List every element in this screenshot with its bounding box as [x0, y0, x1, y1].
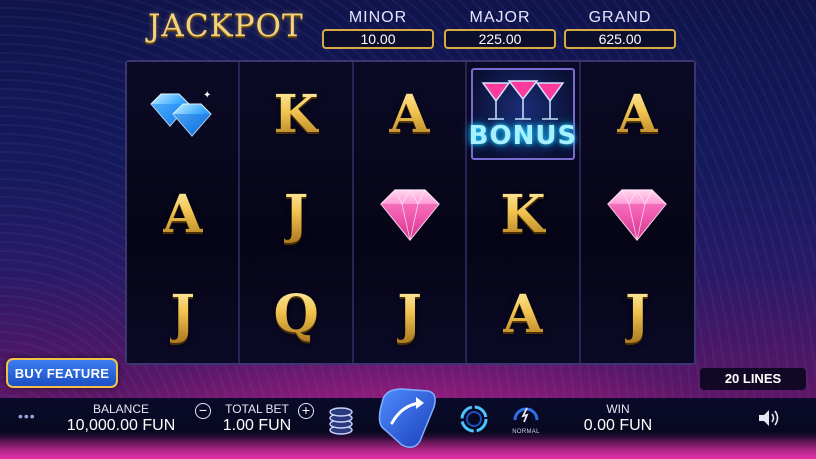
- autoplay-icon[interactable]: [458, 403, 490, 435]
- reel-grid: ✦ A J K J Q A J BONUS K A A J: [125, 60, 696, 365]
- jackpot-title: JACKPOT: [148, 8, 304, 44]
- symbol-letter: J: [240, 164, 351, 264]
- jackpot-minor: MINOR 10.00: [322, 8, 434, 49]
- pink-diamond-icon: [607, 189, 668, 241]
- svg-text:✦: ✦: [203, 90, 211, 101]
- balance-label: BALANCE: [92, 402, 150, 416]
- letter-j: J: [170, 283, 195, 345]
- total-bet-display: TOTAL BET 1.00 FUN: [212, 402, 302, 436]
- symbol-letter: J: [581, 264, 694, 364]
- letter-a: A: [502, 283, 544, 345]
- jackpot-major-value: 225.00: [444, 29, 556, 49]
- letter-j: J: [283, 183, 309, 245]
- letter-a: A: [162, 183, 203, 245]
- letter-j: J: [625, 283, 650, 345]
- reel-4: BONUS K A: [467, 62, 581, 364]
- jackpot-minor-value: 10.00: [322, 29, 434, 49]
- letter-k: K: [500, 183, 546, 245]
- jackpot-grand-label: GRAND: [588, 9, 652, 26]
- jackpot-grand: GRAND 625.00: [564, 8, 676, 49]
- spin-button[interactable]: [372, 383, 442, 453]
- letter-a: A: [617, 83, 658, 145]
- speed-toggle[interactable]: NORMAL: [506, 402, 546, 436]
- symbol-letter: J: [127, 264, 238, 364]
- pink-diamond-icon: [379, 189, 440, 241]
- reel-1: ✦ A J: [127, 62, 241, 364]
- symbol-pink-diamond: [354, 164, 465, 264]
- coin-stack-icon[interactable]: [328, 404, 354, 436]
- letter-a: A: [389, 83, 430, 145]
- symbol-letter: A: [127, 164, 238, 264]
- letter-j: J: [397, 283, 422, 345]
- bonus-label: BONUS: [468, 121, 578, 151]
- symbol-letter: J: [354, 264, 465, 364]
- symbol-blue-diamonds: ✦: [127, 64, 238, 164]
- win-display: WIN 0.00 FUN: [568, 402, 668, 436]
- cocktail-glasses-icon: [481, 80, 565, 120]
- jackpot-major: MAJOR 225.00: [444, 8, 556, 49]
- total-bet-value: 1.00 FUN: [222, 417, 292, 434]
- total-bet-label: TOTAL BET: [225, 402, 289, 416]
- sound-icon[interactable]: [757, 408, 781, 428]
- balance-value: 10,000.00 FUN: [66, 417, 176, 434]
- jackpot-major-label: MAJOR: [469, 9, 531, 26]
- win-value: 0.00 FUN: [583, 417, 653, 434]
- reel-5: A J: [580, 62, 695, 364]
- speed-label: NORMAL: [512, 429, 540, 435]
- reel-3: A J: [353, 62, 468, 364]
- symbol-pink-diamond: [581, 164, 694, 264]
- lines-indicator: 20 LINES: [700, 368, 806, 390]
- symbol-bonus: BONUS: [469, 68, 576, 160]
- symbol-letter: K: [467, 164, 578, 264]
- letter-q: Q: [273, 283, 319, 345]
- symbol-letter: Q: [240, 264, 351, 364]
- balance-display: BALANCE 10,000.00 FUN: [56, 402, 186, 436]
- letter-k: K: [273, 83, 319, 145]
- blue-diamonds-icon: ✦: [150, 90, 212, 137]
- plus-icon[interactable]: +: [298, 403, 314, 419]
- menu-dots-icon[interactable]: •••: [18, 408, 36, 424]
- speed-gauge-icon: [513, 407, 539, 423]
- minus-icon[interactable]: −: [195, 403, 211, 419]
- jackpot-grand-value: 625.00: [564, 29, 676, 49]
- buy-feature-button[interactable]: BUY FEATURE: [6, 358, 118, 388]
- symbol-letter: K: [240, 64, 351, 164]
- symbol-letter: A: [354, 64, 465, 164]
- symbol-letter: A: [467, 264, 578, 364]
- win-label: WIN: [606, 402, 630, 416]
- reel-2: K J Q: [240, 62, 354, 364]
- jackpot-minor-label: MINOR: [348, 9, 408, 26]
- symbol-letter: A: [581, 64, 694, 164]
